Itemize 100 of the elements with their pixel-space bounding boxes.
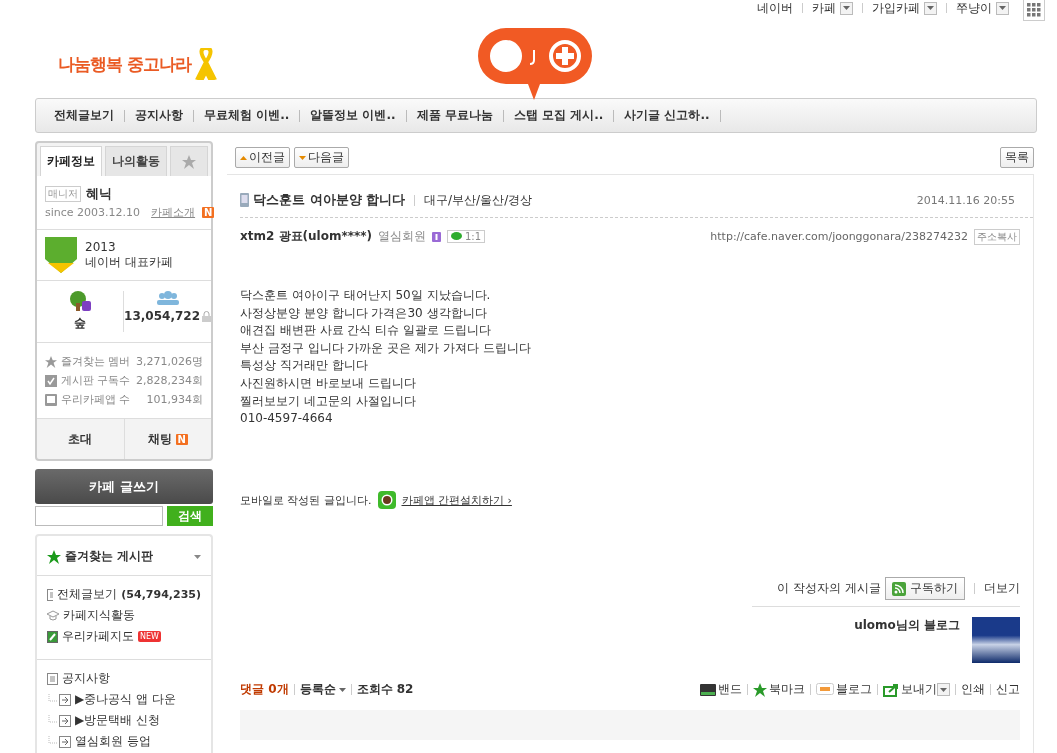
photo-placeholder[interactable] [972,617,1020,663]
mobile-note: 모바일로 작성된 글입니다. [240,492,372,508]
menu-item[interactable]: 전체글보기 [54,107,114,124]
stat-label: 우리카페앱 수 [61,392,131,407]
one-to-one-chat-button[interactable]: 1:1 [447,230,486,243]
star-icon [753,682,767,697]
post-body-line: 사정상분양 분양 합니다 가격은30 생각합니다 [240,304,488,322]
since-date: since 2003.12.10 [45,206,141,219]
share-action[interactable]: 보내기 [883,681,937,698]
menu-item[interactable]: 제품 무료나눔 [416,107,493,124]
phone-icon [45,393,57,406]
top-link[interactable]: 카페 [812,0,836,17]
blog-link[interactable]: ulomo님의 블로그 [854,617,960,634]
view-count: 조회수 82 [356,681,414,698]
subscribe-button[interactable]: 구독하기 [885,577,965,600]
post-body-line: 010-4597-4664 [240,410,334,428]
document-icon [47,588,54,601]
write-post-button[interactable]: 카페 글쓰기 [35,469,213,504]
app-install-link[interactable]: 카페앱 간편설치하기 › [401,492,512,508]
board-link[interactable]: ▶방문택배 신청 [75,712,161,729]
sidebar-tab[interactable]: 나의활동 [105,146,167,176]
post-body-line: 닥스훈트 여아이구 태어난지 50일 지났습니다. [240,287,492,304]
new-badge: N [175,433,188,445]
tree-branch-icon [47,714,71,727]
post-body-line: 부산 금정구 입니다 가까운 곳은 제가 가져다 드립니다 [240,339,532,357]
document-icon [47,672,58,685]
invite-button[interactable]: 초대 [37,419,124,459]
award-year: 2013 [85,239,117,254]
star-tab[interactable] [170,146,208,176]
comment-count[interactable]: 댓글 0개 [240,681,289,698]
stat-value: 3,271,026명 [136,354,203,369]
post-body-line: 찔러보보기 네고문의 사절입니다 [240,392,417,410]
author-name[interactable]: xtm2 광표(ulom****) [240,228,372,245]
post-category[interactable]: 대구/부산/울산/경상 [424,191,533,209]
caret-icon [338,687,346,692]
list-button[interactable]: 목록 [1000,147,1034,168]
top-link[interactable]: 가입카페 [872,0,920,17]
favorites-title: 즐겨찾는 게시판 [65,548,154,565]
rss-icon [892,581,906,596]
sort-dropdown[interactable]: 등록순 [299,681,346,698]
new-badge: N [202,207,215,218]
member-count: 13,054,722 [124,309,200,323]
dropdown-icon[interactable] [996,1,1009,15]
dropdown-icon[interactable] [924,1,937,15]
post-url: http://cafe.naver.com/joonggonara/238274232 [710,230,968,243]
previous-post-button[interactable]: 이전글 [235,147,290,168]
down-caret-icon [299,155,306,160]
next-post-button[interactable]: 다음글 [294,147,349,168]
post-body-line: 사진원하시면 바로보내 드립니다 [240,374,417,392]
top-link[interactable]: 네이버 [757,0,793,17]
menu-item[interactable]: 스탭 모집 게시.. [513,107,604,124]
blog-icon [816,682,834,697]
post-count: (54,794,235) [121,588,201,601]
dropdown-icon[interactable] [937,683,950,696]
tree-branch-icon [47,693,71,706]
caret-icon[interactable] [194,554,201,559]
top-link[interactable]: 쭈냥이 [956,0,992,17]
new-badge: NEW [138,631,161,642]
cafe-intro-link[interactable]: 카페소개 [151,205,196,220]
share-action[interactable]: 밴드 [700,681,742,698]
speech-bubble-logo-drawing[interactable] [478,28,592,100]
board-link[interactable]: 우리카페지도 [62,628,134,645]
board-link[interactable]: 전체글보기 [57,586,118,603]
stat-value: 2,828,234회 [136,373,203,388]
members-icon [156,291,179,305]
board-link[interactable]: 카페지식활동 [63,607,135,624]
level-badge-icon [432,231,441,242]
app-icon [377,491,396,509]
menu-item[interactable]: 공지사항 [135,107,183,124]
sidebar-tab[interactable]: 카페정보 [40,146,102,176]
share-action[interactable]: 인쇄 [961,681,985,698]
post-body-line: 특성상 직거래만 합니다 [240,357,369,375]
menu-item[interactable]: 알뜰정보 이벤.. [310,107,396,124]
more-link[interactable]: 더보기 [984,580,1020,597]
menu-item[interactable]: 무료체험 이벤.. [204,107,290,124]
share-action[interactable]: 블로그 [816,681,872,698]
apps-grid-icon[interactable] [1023,0,1045,21]
mobile-phone-icon [240,193,249,207]
stat-label: 게시판 구독수 [61,373,131,388]
share-action[interactable]: 북마크 [753,681,805,698]
star-icon [182,154,196,169]
copy-address-button[interactable]: 주소복사 [974,228,1020,245]
award-title: 네이버 대표카페 [85,253,173,271]
post-title: 닥스훈트 여아분양 합니다 [253,191,406,209]
band-icon [700,683,716,696]
share-action[interactable]: 신고 [996,681,1020,698]
star-icon [47,549,61,564]
stat-value: 101,934회 [146,392,203,407]
menu-item[interactable]: 사기글 신고하.. [624,107,710,124]
board-link[interactable]: 공지사항 [62,670,110,687]
shield-badge-icon [45,237,77,273]
manager-name[interactable]: 혜닉 [86,185,112,203]
chat-button[interactable]: 채팅 [147,430,172,448]
search-field[interactable] [35,506,163,526]
dropdown-icon[interactable] [840,1,853,15]
board-link[interactable]: 열심회원 등업 [75,733,151,750]
map-icon [47,630,58,643]
checkbox-icon [45,374,57,387]
board-link[interactable]: ▶중나공식 앱 다운 [75,691,176,708]
cap-icon [47,610,59,621]
